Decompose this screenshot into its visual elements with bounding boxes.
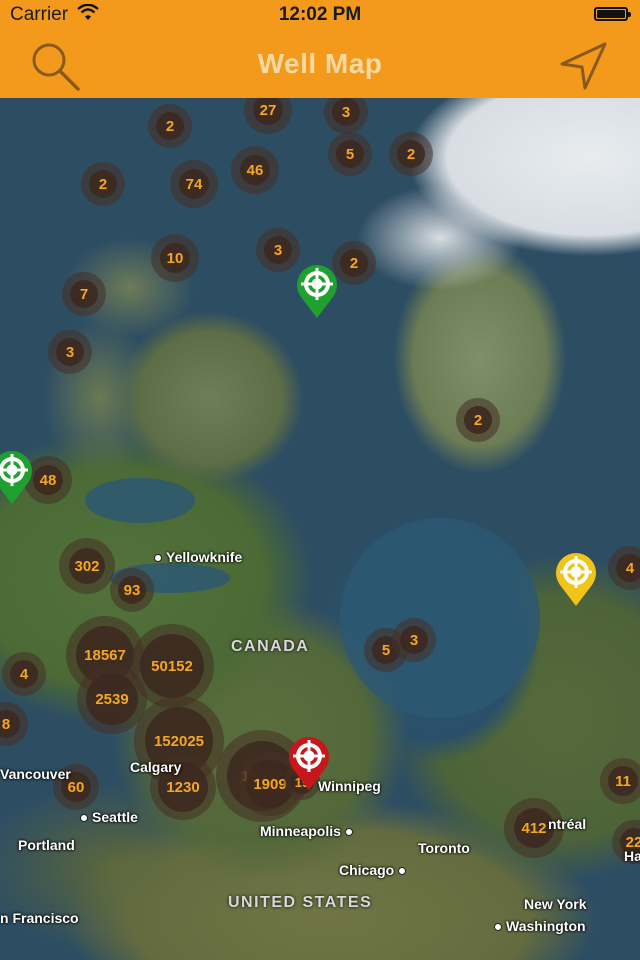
location-arrow-icon bbox=[560, 42, 607, 90]
place-name: Chicago bbox=[339, 862, 395, 878]
cluster-count: 48 bbox=[39, 471, 57, 489]
cluster-count: 1230 bbox=[166, 778, 200, 796]
cluster-count: 2 bbox=[98, 175, 108, 193]
well-cluster[interactable]: 5 bbox=[328, 132, 372, 176]
cluster-count: 3 bbox=[65, 343, 75, 361]
navigation-bar: Well Map bbox=[0, 30, 640, 98]
clock: 12:02 PM bbox=[278, 4, 362, 25]
great-bear-lake bbox=[85, 478, 195, 523]
cluster-count: 10 bbox=[166, 249, 184, 267]
place-name: Yellowknife bbox=[166, 549, 243, 565]
place-name: ntréal bbox=[548, 816, 587, 832]
place-label: Washington bbox=[494, 918, 586, 934]
green-map-pin[interactable] bbox=[0, 448, 35, 506]
cluster-count: 302 bbox=[74, 557, 100, 575]
country-label: UNITED STATES bbox=[228, 894, 373, 911]
place-name: Seattle bbox=[92, 809, 138, 825]
city-dot-icon bbox=[80, 814, 88, 823]
well-cluster[interactable]: 4 bbox=[608, 546, 640, 590]
well-cluster[interactable]: 74 bbox=[170, 160, 218, 208]
place-name: Washington bbox=[506, 918, 586, 934]
status-bar: Carrier 12:02 PM bbox=[0, 0, 640, 30]
place-name: n Francisco bbox=[0, 910, 79, 926]
place-name: Ha bbox=[624, 848, 640, 864]
place-label: Calgary bbox=[130, 759, 181, 775]
well-cluster[interactable]: 2 bbox=[81, 162, 125, 206]
cluster-count: 4 bbox=[19, 665, 29, 683]
cluster-count: 5 bbox=[381, 641, 391, 659]
well-cluster[interactable]: 46 bbox=[231, 146, 279, 194]
cluster-count: 27 bbox=[259, 101, 277, 119]
city-dot-icon bbox=[398, 867, 407, 876]
well-cluster[interactable]: 11 bbox=[600, 758, 640, 804]
place-label: Winnipeg bbox=[318, 778, 381, 794]
place-name: Minneapolis bbox=[260, 823, 341, 839]
well-cluster[interactable]: 2 bbox=[148, 104, 192, 148]
page-title: Well Map bbox=[257, 48, 383, 79]
place-label: Seattle bbox=[80, 809, 138, 825]
cluster-count: 74 bbox=[185, 175, 203, 193]
cluster-count: 412 bbox=[521, 819, 547, 837]
city-dot-icon bbox=[344, 828, 353, 837]
place-label: Minneapolis bbox=[260, 823, 357, 839]
cluster-count: 3 bbox=[341, 103, 351, 121]
cluster-count: 2 bbox=[473, 411, 483, 429]
cluster-count: 152025 bbox=[153, 732, 205, 750]
well-cluster[interactable]: 7 bbox=[62, 272, 106, 316]
well-cluster[interactable]: 27 bbox=[244, 98, 292, 134]
place-label: Portland bbox=[18, 837, 75, 853]
city-dot-icon bbox=[154, 554, 162, 563]
place-name: Toronto bbox=[418, 840, 470, 856]
well-cluster[interactable]: 2 bbox=[389, 132, 433, 176]
place-label: ntréal bbox=[548, 816, 586, 832]
cluster-count: 8 bbox=[1, 715, 11, 733]
place-label: n Francisco bbox=[0, 910, 79, 926]
cluster-count: 7 bbox=[79, 285, 89, 303]
well-cluster[interactable]: 8 bbox=[0, 702, 28, 746]
well-cluster[interactable]: 3 bbox=[392, 618, 436, 662]
place-label: Vancouver bbox=[0, 766, 71, 782]
well-cluster[interactable]: 4 bbox=[2, 652, 46, 696]
cluster-count: 18567 bbox=[84, 646, 126, 664]
green-map-pin[interactable] bbox=[294, 262, 340, 320]
country-label: CANADA bbox=[231, 638, 310, 655]
place-label: Yellowknife bbox=[154, 549, 242, 565]
well-cluster[interactable]: 2 bbox=[456, 398, 500, 442]
cluster-count: 1909 bbox=[253, 775, 287, 793]
locate-me-button[interactable] bbox=[558, 40, 610, 92]
yellow-map-pin[interactable] bbox=[553, 550, 599, 608]
place-name: Portland bbox=[18, 837, 75, 853]
place-label: Ha bbox=[624, 848, 640, 864]
place-name: New York bbox=[524, 896, 587, 912]
place-label: Toronto bbox=[418, 840, 470, 856]
well-cluster[interactable]: 10 bbox=[151, 234, 199, 282]
cluster-count: 50152 bbox=[151, 657, 193, 675]
map-view[interactable]: 27 3 2 5 2 46 2 74 3 10 2 7 3 2 48 302 9… bbox=[0, 98, 640, 960]
cluster-count: 2 bbox=[165, 117, 175, 135]
place-name: Calgary bbox=[130, 759, 182, 775]
well-cluster[interactable]: 302 bbox=[59, 538, 115, 594]
cluster-count: 2 bbox=[349, 254, 359, 272]
battery-icon bbox=[594, 7, 631, 21]
hudson-bay bbox=[340, 518, 540, 718]
cluster-count: 3 bbox=[409, 631, 419, 649]
place-name: Winnipeg bbox=[318, 778, 381, 794]
place-label: Chicago bbox=[339, 862, 410, 878]
well-cluster[interactable]: 93 bbox=[110, 568, 154, 612]
well-cluster[interactable]: 3 bbox=[48, 330, 92, 374]
cluster-count: 5 bbox=[345, 145, 355, 163]
city-dot-icon bbox=[494, 923, 502, 932]
cluster-count: 93 bbox=[123, 581, 141, 599]
cluster-count: 46 bbox=[246, 161, 264, 179]
cluster-count: 2539 bbox=[95, 690, 129, 708]
place-name: Vancouver bbox=[0, 766, 71, 782]
cluster-count: 2 bbox=[406, 145, 416, 163]
cluster-count: 11 bbox=[615, 772, 631, 790]
cluster-count: 3 bbox=[273, 241, 283, 259]
cluster-count: 4 bbox=[625, 559, 635, 577]
well-cluster[interactable]: 3 bbox=[324, 98, 368, 134]
place-label: New York bbox=[524, 896, 587, 912]
